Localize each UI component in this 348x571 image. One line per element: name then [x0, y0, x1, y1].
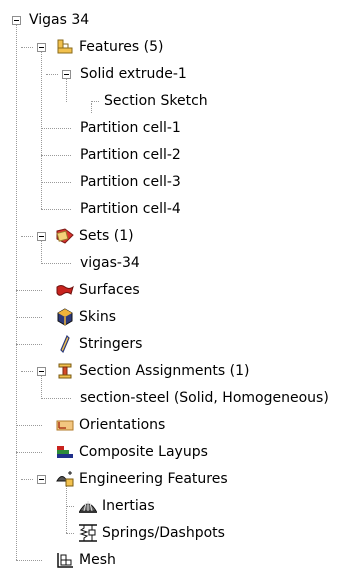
- tree-line: [66, 533, 74, 534]
- tree-node-section-sketch[interactable]: Section Sketch: [104, 90, 208, 112]
- tree-line: [16, 344, 42, 345]
- tree-node-orientations[interactable]: Orientations: [55, 414, 165, 436]
- tree-node-label: Inertias: [102, 498, 155, 514]
- tree-node-label: Section Assignments (1): [79, 363, 250, 379]
- tree-node-label: Stringers: [79, 336, 143, 352]
- tree-node-label: Features (5): [79, 39, 164, 55]
- section-assignments-icon: [55, 362, 75, 380]
- tree-node-label: Section Sketch: [104, 93, 208, 109]
- stringers-icon: [55, 335, 75, 353]
- collapse-toggle-engineering-features[interactable]: [37, 475, 46, 484]
- tree-node-label: Solid extrude-1: [80, 66, 187, 82]
- tree-line: [41, 375, 42, 397]
- tree-node-skins[interactable]: Skins: [55, 306, 116, 328]
- tree-line: [21, 47, 33, 48]
- springs-dashpots-icon: [78, 524, 98, 542]
- tree-line: [41, 128, 71, 129]
- tree-node-label: vigas-34: [80, 255, 140, 271]
- tree-line: [16, 452, 42, 453]
- collapse-toggle-section-assignments[interactable]: [37, 367, 46, 376]
- tree-node-label: Skins: [79, 309, 117, 325]
- collapse-toggle-features[interactable]: [37, 43, 46, 52]
- tree-line: [91, 101, 99, 102]
- tree-node-features[interactable]: Features (5): [55, 36, 163, 58]
- tree-line: [16, 290, 42, 291]
- tree-node-label: Springs/Dashpots: [102, 525, 225, 541]
- tree-node-vigas-34[interactable]: Vigas 34: [29, 9, 89, 31]
- tree-node-label: Partition cell-3: [80, 174, 181, 190]
- tree-node-label: Surfaces: [79, 282, 140, 298]
- model-tree: Vigas 34 Features (5) Solid extrude-1 Se…: [0, 0, 348, 568]
- tree-line: [66, 78, 67, 102]
- tree-node-label: Orientations: [79, 417, 166, 433]
- tree-line: [21, 371, 33, 372]
- tree-node-label: section-steel (Solid, Homogeneous): [80, 390, 329, 406]
- tree-node-springs-dashpots[interactable]: Springs/Dashpots: [78, 522, 225, 544]
- tree-line: [21, 236, 33, 237]
- tree-node-set-item[interactable]: vigas-34: [80, 252, 140, 274]
- tree-line: [16, 425, 42, 426]
- tree-node-label: Vigas 34: [29, 12, 90, 28]
- tree-node-label: Partition cell-4: [80, 201, 181, 217]
- tree-node-surfaces[interactable]: Surfaces: [55, 279, 140, 301]
- tree-node-partition-cell[interactable]: Partition cell-4: [80, 198, 181, 220]
- tree-node-label: Sets (1): [79, 228, 134, 244]
- tree-node-engineering-features[interactable]: Engineering Features: [55, 468, 228, 490]
- tree-line: [16, 560, 42, 561]
- tree-node-label: Engineering Features: [79, 471, 228, 487]
- tree-line: [66, 483, 67, 533]
- tree-node-stringers[interactable]: Stringers: [55, 333, 142, 355]
- tree-line: [41, 182, 71, 183]
- tree-line: [66, 506, 74, 507]
- composite-layups-icon: [55, 443, 75, 461]
- tree-node-label: Partition cell-2: [80, 147, 181, 163]
- skins-icon: [55, 308, 75, 326]
- tree-line: [41, 209, 71, 210]
- collapse-toggle-root[interactable]: [12, 16, 21, 25]
- tree-node-partition-cell[interactable]: Partition cell-3: [80, 171, 181, 193]
- tree-node-label: Composite Layups: [79, 444, 208, 460]
- tree-node-section-assignments[interactable]: Section Assignments (1): [55, 360, 249, 382]
- features-icon: [55, 38, 75, 56]
- surfaces-icon: [55, 281, 75, 299]
- tree-line: [41, 155, 71, 156]
- inertias-icon: [78, 497, 98, 515]
- tree-node-partition-cell[interactable]: Partition cell-2: [80, 144, 181, 166]
- tree-line: [16, 317, 42, 318]
- tree-line: [41, 240, 42, 262]
- tree-node-label: Partition cell-1: [80, 120, 181, 136]
- engineering-features-icon: [55, 470, 75, 488]
- collapse-toggle-sets[interactable]: [37, 232, 46, 241]
- sets-icon: [55, 227, 75, 245]
- tree-line: [21, 479, 33, 480]
- tree-line: [46, 74, 58, 75]
- tree-line: [41, 263, 71, 264]
- tree-node-label: Mesh: [79, 552, 116, 568]
- tree-line: [41, 398, 71, 399]
- tree-node-inertias[interactable]: Inertias: [78, 495, 155, 517]
- tree-node-partition-cell[interactable]: Partition cell-1: [80, 117, 181, 139]
- tree-line: [16, 24, 17, 560]
- tree-node-composite-layups[interactable]: Composite Layups: [55, 441, 208, 463]
- orientations-icon: [55, 416, 75, 434]
- mesh-icon: [55, 551, 75, 569]
- collapse-toggle-solid-extrude[interactable]: [62, 70, 71, 79]
- tree-line: [91, 103, 92, 113]
- tree-node-sets[interactable]: Sets (1): [55, 225, 134, 247]
- tree-node-section-assignment-item[interactable]: section-steel (Solid, Homogeneous): [80, 387, 329, 409]
- tree-line: [41, 51, 42, 209]
- tree-node-solid-extrude[interactable]: Solid extrude-1: [80, 63, 187, 85]
